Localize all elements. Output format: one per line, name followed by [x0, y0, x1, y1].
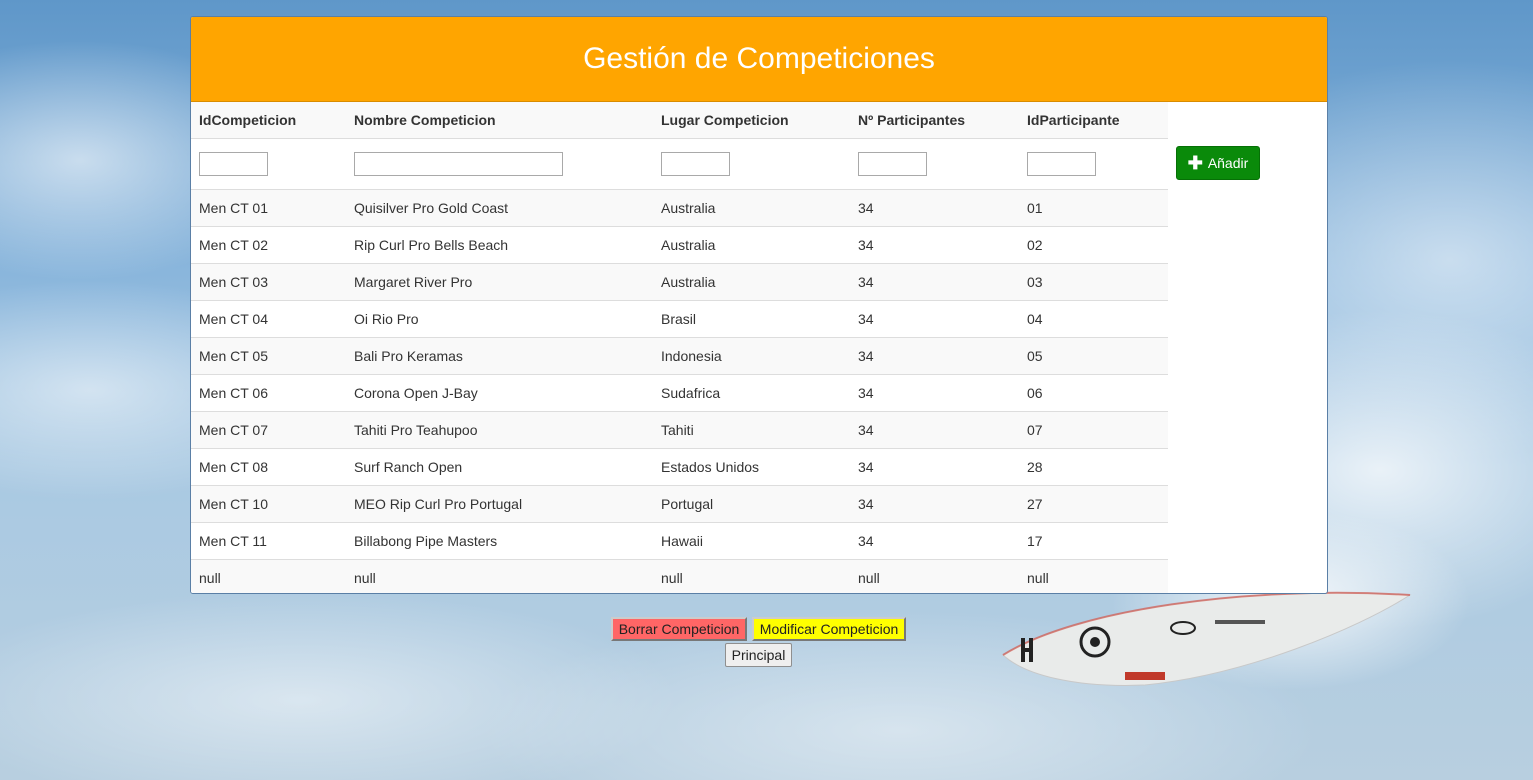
- cell-idcompeticion: Men CT 07: [191, 411, 346, 449]
- table-row[interactable]: Men CT 07 Tahiti Pro Teahupoo Tahiti 34 …: [191, 411, 1168, 449]
- cell-nombre: Rip Curl Pro Bells Beach: [346, 226, 653, 264]
- home-button[interactable]: Principal: [724, 643, 793, 667]
- cell-lugar: Indonesia: [653, 337, 850, 375]
- cell-nombre: Margaret River Pro: [346, 263, 653, 301]
- cell-idcompeticion: Men CT 02: [191, 226, 346, 264]
- cell-lugar: Brasil: [653, 300, 850, 338]
- cell-idparticipante: 03: [1019, 263, 1168, 301]
- table-row[interactable]: Men CT 08 Surf Ranch Open Estados Unidos…: [191, 448, 1168, 486]
- cell-idparticipante: 27: [1019, 485, 1168, 523]
- cell-lugar: Tahiti: [653, 411, 850, 449]
- cell-idparticipante: 05: [1019, 337, 1168, 375]
- cell-lugar: Australia: [653, 226, 850, 264]
- cell-idparticipante: 07: [1019, 411, 1168, 449]
- cell-lugar: Hawaii: [653, 522, 850, 560]
- filter-cell: [346, 138, 653, 190]
- cell-idparticipante: 02: [1019, 226, 1168, 264]
- cell-nombre: MEO Rip Curl Pro Portugal: [346, 485, 653, 523]
- column-header-idparticipante: IdParticipante: [1019, 102, 1168, 139]
- cell-idcompeticion: Men CT 08: [191, 448, 346, 486]
- page-title: Gestión de Competiciones: [583, 42, 935, 75]
- cell-nombre: Quisilver Pro Gold Coast: [346, 189, 653, 227]
- cell-participantes: 34: [850, 337, 1019, 375]
- cell-nombre: null: [346, 559, 653, 593]
- column-header-idcompeticion: IdCompeticion: [191, 102, 346, 139]
- table-header-row: IdCompeticion Nombre Competicion Lugar C…: [191, 102, 1168, 139]
- competitions-panel: Gestión de Competiciones IdCompeticion N…: [190, 16, 1328, 594]
- cell-participantes: 34: [850, 522, 1019, 560]
- actions-row: Principal: [0, 643, 1517, 667]
- filter-idcompeticion-input[interactable]: [199, 152, 268, 176]
- cell-idcompeticion: Men CT 04: [191, 300, 346, 338]
- table-row[interactable]: Men CT 10 MEO Rip Curl Pro Portugal Port…: [191, 485, 1168, 523]
- cell-lugar: Estados Unidos: [653, 448, 850, 486]
- plus-icon: ✚: [1187, 153, 1203, 173]
- table-row[interactable]: null null null null null: [191, 559, 1168, 593]
- filter-cell: [191, 138, 346, 190]
- cell-nombre: Oi Rio Pro: [346, 300, 653, 338]
- cell-participantes: null: [850, 559, 1019, 593]
- cell-lugar: Australia: [653, 263, 850, 301]
- cell-idparticipante: 01: [1019, 189, 1168, 227]
- cell-participantes: 34: [850, 189, 1019, 227]
- filter-lugar-input[interactable]: [661, 152, 730, 176]
- table-row[interactable]: Men CT 04 Oi Rio Pro Brasil 34 04: [191, 300, 1168, 338]
- column-header-participantes: Nº Participantes: [850, 102, 1019, 139]
- filter-idparticipante-input[interactable]: [1027, 152, 1096, 176]
- column-header-nombre: Nombre Competicion: [346, 102, 653, 139]
- cell-participantes: 34: [850, 374, 1019, 412]
- cell-idcompeticion: Men CT 03: [191, 263, 346, 301]
- table-row[interactable]: Men CT 03 Margaret River Pro Australia 3…: [191, 263, 1168, 301]
- cell-idparticipante: 04: [1019, 300, 1168, 338]
- cell-participantes: 34: [850, 485, 1019, 523]
- cell-lugar: Sudafrica: [653, 374, 850, 412]
- cell-idcompeticion: Men CT 10: [191, 485, 346, 523]
- cell-lugar: null: [653, 559, 850, 593]
- actions-row: Borrar Competicion Modificar Competicion: [0, 617, 1517, 641]
- actions-bar: Borrar Competicion Modificar Competicion…: [0, 617, 1517, 667]
- cell-participantes: 34: [850, 411, 1019, 449]
- column-header-lugar: Lugar Competicion: [653, 102, 850, 139]
- panel-header: Gestión de Competiciones: [191, 17, 1327, 102]
- add-button[interactable]: ✚ Añadir: [1176, 146, 1260, 180]
- cell-nombre: Bali Pro Keramas: [346, 337, 653, 375]
- cell-nombre: Tahiti Pro Teahupoo: [346, 411, 653, 449]
- table-row[interactable]: Men CT 05 Bali Pro Keramas Indonesia 34 …: [191, 337, 1168, 375]
- cell-lugar: Portugal: [653, 485, 850, 523]
- cell-nombre: Billabong Pipe Masters: [346, 522, 653, 560]
- cell-nombre: Corona Open J-Bay: [346, 374, 653, 412]
- cell-idcompeticion: Men CT 06: [191, 374, 346, 412]
- cell-idcompeticion: Men CT 11: [191, 522, 346, 560]
- cell-participantes: 34: [850, 448, 1019, 486]
- cell-idcompeticion: Men CT 05: [191, 337, 346, 375]
- cell-idparticipante: 28: [1019, 448, 1168, 486]
- filter-cell: [1019, 138, 1168, 190]
- table-row[interactable]: Men CT 11 Billabong Pipe Masters Hawaii …: [191, 522, 1168, 560]
- competitions-table: IdCompeticion Nombre Competicion Lugar C…: [191, 102, 1168, 593]
- cell-participantes: 34: [850, 263, 1019, 301]
- cell-idcompeticion: Men CT 01: [191, 189, 346, 227]
- add-button-label: Añadir: [1207, 155, 1249, 171]
- cell-idparticipante: 17: [1019, 522, 1168, 560]
- cell-idparticipante: null: [1019, 559, 1168, 593]
- table-row[interactable]: Men CT 02 Rip Curl Pro Bells Beach Austr…: [191, 226, 1168, 264]
- modify-competition-button[interactable]: Modificar Competicion: [751, 617, 907, 641]
- cell-idparticipante: 06: [1019, 374, 1168, 412]
- cell-lugar: Australia: [653, 189, 850, 227]
- table-row[interactable]: Men CT 01 Quisilver Pro Gold Coast Austr…: [191, 189, 1168, 227]
- cell-participantes: 34: [850, 300, 1019, 338]
- filter-participantes-input[interactable]: [858, 152, 927, 176]
- filter-cell: [850, 138, 1019, 190]
- filter-nombre-input[interactable]: [354, 152, 563, 176]
- delete-competition-button[interactable]: Borrar Competicion: [610, 617, 748, 641]
- filter-cell: [653, 138, 850, 190]
- filter-row: [191, 138, 1168, 190]
- cell-idcompeticion: null: [191, 559, 346, 593]
- table-row[interactable]: Men CT 06 Corona Open J-Bay Sudafrica 34…: [191, 374, 1168, 412]
- cell-nombre: Surf Ranch Open: [346, 448, 653, 486]
- cell-participantes: 34: [850, 226, 1019, 264]
